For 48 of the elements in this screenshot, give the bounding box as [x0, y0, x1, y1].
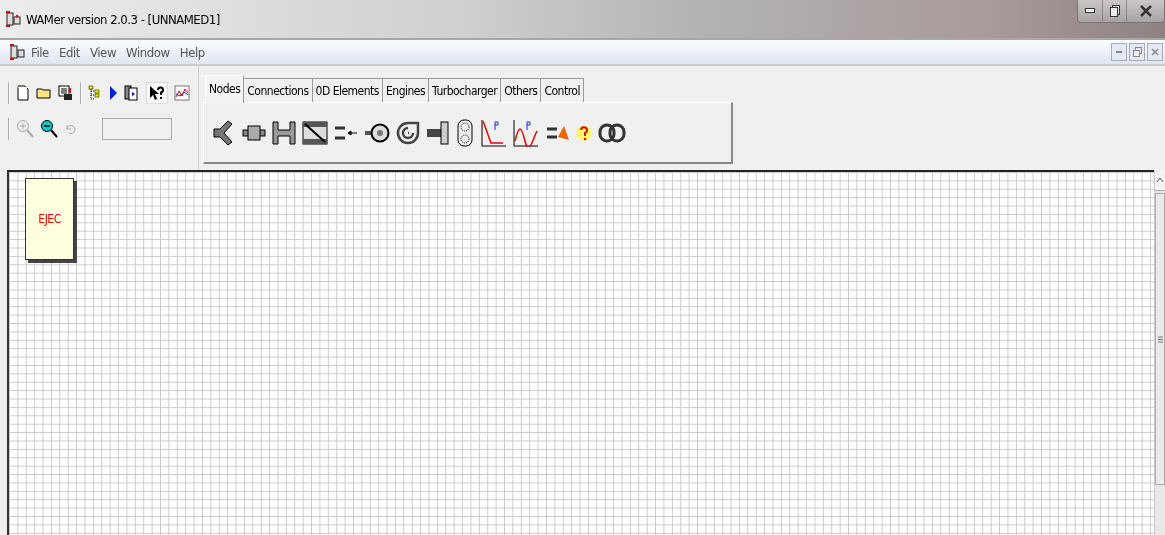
menu-item[interactable]: Edit: [53, 44, 85, 60]
save-icon[interactable]: [58, 85, 74, 101]
play-icon[interactable]: [108, 85, 118, 101]
window-title: WAMer version 2.0.3 - [UNNAMED1]: [26, 11, 220, 27]
pages-icon[interactable]: [124, 85, 140, 101]
restore-icon: [1132, 47, 1142, 57]
zoom-field[interactable]: [102, 118, 172, 140]
menu-item[interactable]: Help: [174, 44, 210, 60]
tab[interactable]: Control: [540, 78, 584, 102]
tab[interactable]: Nodes: [205, 75, 245, 103]
app-icon: [6, 11, 22, 27]
inlet-icon[interactable]: [334, 125, 358, 140]
new-file-icon[interactable]: [16, 85, 30, 101]
close-icon: [1139, 5, 1152, 17]
spiral-icon[interactable]: [396, 119, 420, 146]
scroll-thumb[interactable]: [1155, 193, 1165, 485]
pressure-wave-icon[interactable]: [512, 118, 540, 147]
minimize-button[interactable]: [1078, 0, 1102, 22]
injector-icon[interactable]: [546, 124, 570, 141]
link-icon[interactable]: [598, 121, 626, 144]
help-pointer-button[interactable]: [146, 82, 168, 104]
menu-item[interactable]: File: [26, 44, 54, 60]
zoom-out-icon[interactable]: [40, 119, 58, 139]
scroll-bar[interactable]: [1154, 170, 1165, 535]
restore-button[interactable]: [1102, 0, 1126, 22]
caret-icon: [1157, 178, 1163, 182]
scroll-up-button[interactable]: [1155, 170, 1165, 191]
valve-icon[interactable]: [302, 120, 328, 145]
restriction-icon[interactable]: [272, 120, 296, 145]
grip-icon: [1157, 335, 1163, 343]
ejector-node[interactable]: EJEC: [25, 178, 74, 260]
pipe-icon[interactable]: [242, 124, 266, 141]
question-icon[interactable]: [576, 123, 592, 142]
fan-icon[interactable]: [456, 118, 474, 147]
menu-item[interactable]: View: [84, 44, 122, 60]
document-icon: [10, 44, 26, 60]
chart-icon[interactable]: [174, 85, 190, 101]
close-button[interactable]: [1126, 0, 1164, 22]
pressure-drop-icon[interactable]: [480, 118, 506, 147]
close-icon: [1151, 48, 1159, 56]
minimize-icon: [1116, 50, 1122, 54]
folder-icon[interactable]: [36, 87, 52, 99]
nozzle-icon[interactable]: [364, 121, 390, 144]
outlet-icon[interactable]: [426, 119, 450, 146]
tree-icon[interactable]: [88, 85, 102, 101]
menu-item[interactable]: Window: [121, 44, 175, 60]
restore-icon: [1109, 5, 1120, 17]
minimize-icon: [1085, 8, 1095, 14]
